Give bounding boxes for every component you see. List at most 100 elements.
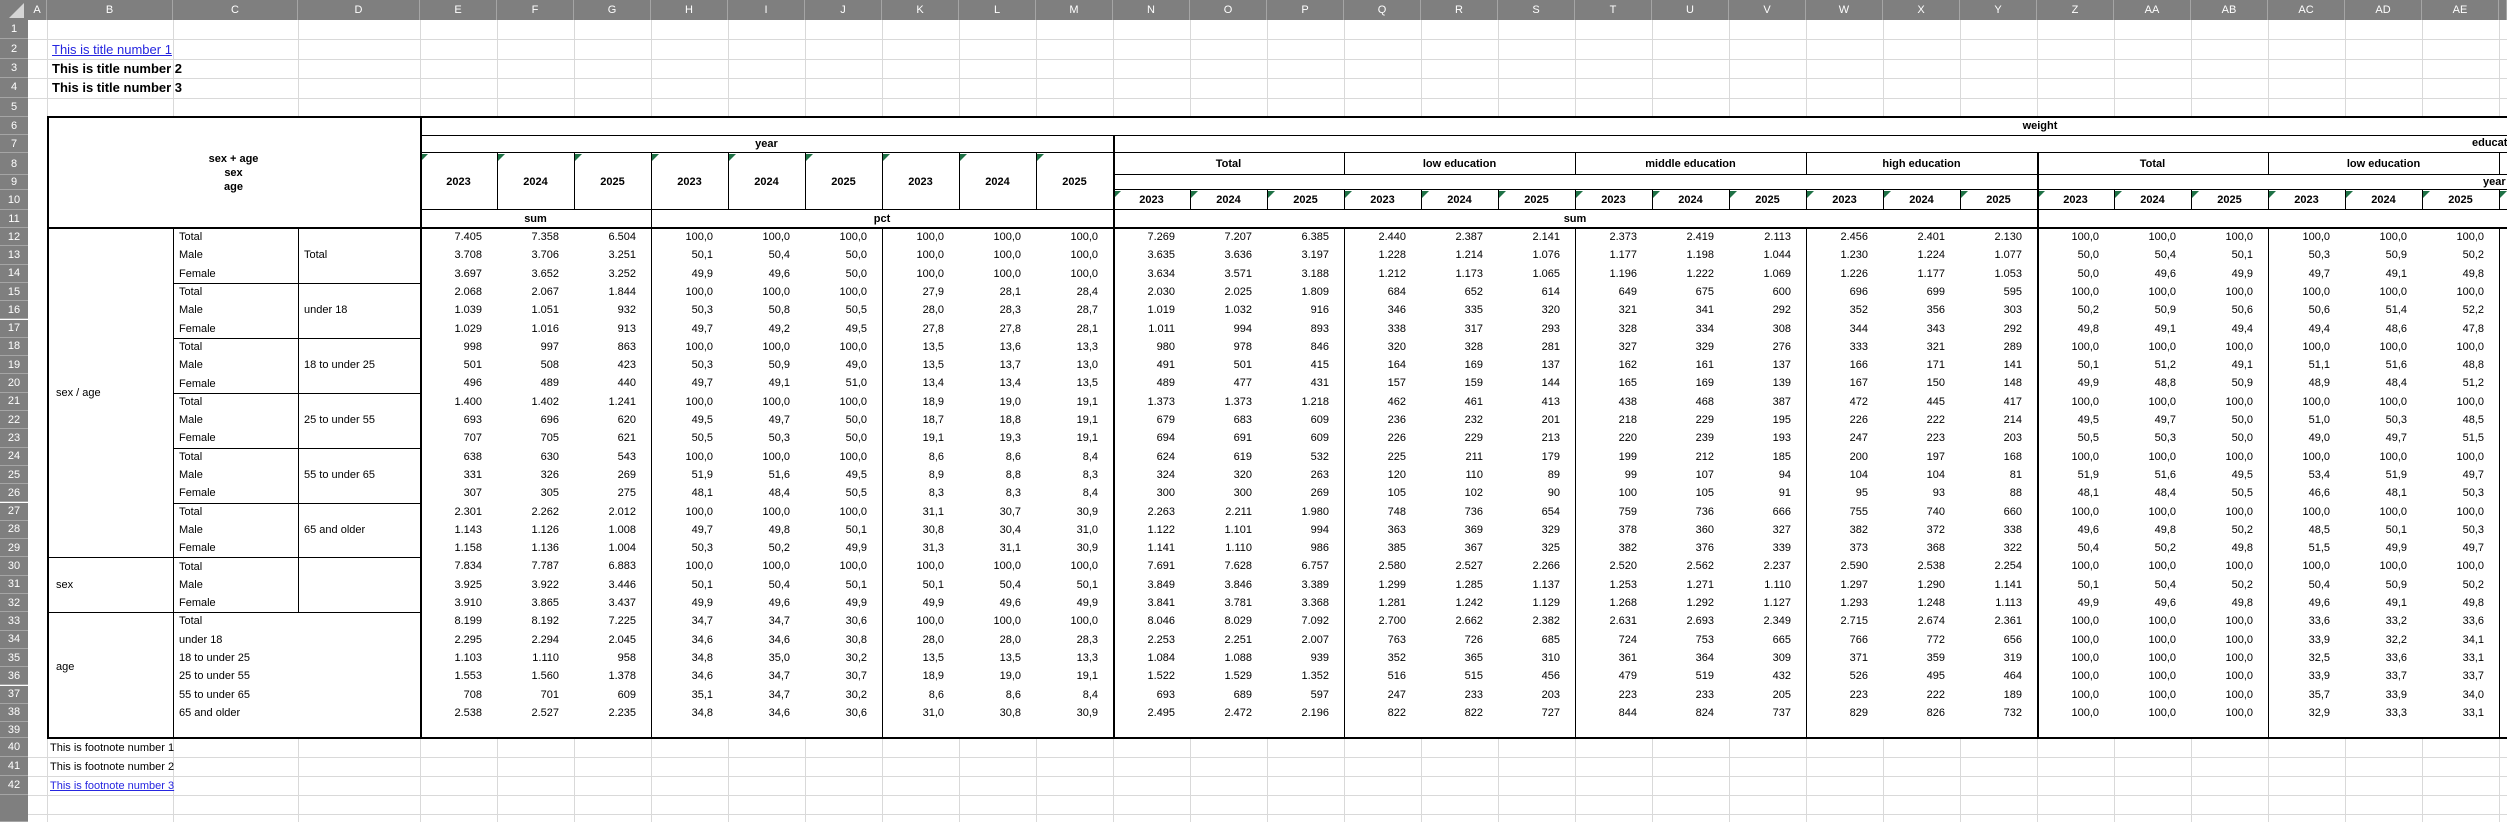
select-all-corner[interactable] [0,0,28,20]
row-label[interactable]: Total [173,557,298,575]
table-cell[interactable]: 2.025 [1190,283,1267,301]
table-cell[interactable]: 32,2 [2345,631,2422,649]
table-cell[interactable]: 1.077 [1960,246,2037,264]
table-cell[interactable]: 2.007 [1267,631,1344,649]
table-cell[interactable]: 100,0 [2191,283,2268,301]
table-cell[interactable]: 157 [1344,374,1421,392]
table-cell[interactable]: 3.197 [1267,246,1344,264]
education-group-header[interactable]: Total [1113,153,1344,175]
table-cell[interactable]: 91 [1729,484,1806,502]
year-header-cell[interactable]: 2023 [1806,190,1883,210]
table-cell[interactable]: 978 [1190,338,1267,356]
table-cell[interactable]: 2.030 [1113,283,1190,301]
table-cell[interactable]: 48,4 [2345,374,2422,392]
table-cell[interactable]: 423 [574,356,651,374]
table-cell[interactable]: 8.046 [1113,612,1190,630]
table-cell[interactable]: 3.841 [1113,594,1190,612]
table-cell[interactable]: 48,5 [2422,411,2499,429]
table-cell[interactable]: 33,3 [2345,704,2422,722]
age-group-label[interactable]: 18 to under 25 [298,338,420,393]
table-cell[interactable]: 2.401 [1883,228,1960,246]
table-cell[interactable]: 2.472 [1190,704,1267,722]
row-header-41[interactable]: 41 [0,757,28,776]
year-header-cell[interactable]: 2023 [1575,190,1652,210]
table-cell[interactable]: 225 [1344,448,1421,466]
table-cell[interactable]: 328 [1421,338,1498,356]
table-cell[interactable]: 438 [1575,393,1652,411]
table-cell[interactable]: 31,1 [882,503,959,521]
table-cell[interactable]: 139 [1729,374,1806,392]
table-cell[interactable]: 205 [1729,686,1806,704]
column-header-L[interactable]: L [959,0,1036,20]
section-label[interactable]: sex / age [47,228,173,557]
row-header-27[interactable]: 27 [0,503,28,521]
table-cell[interactable]: 707 [420,429,497,447]
table-cell[interactable]: 49,4 [2268,320,2345,338]
table-cell[interactable]: 100,0 [2191,612,2268,630]
table-cell[interactable]: 100,0 [2268,557,2345,575]
table-cell[interactable]: 3.781 [1190,594,1267,612]
education-group-header[interactable]: high education [1806,153,2037,175]
table-cell[interactable]: 50,0 [805,429,882,447]
table-cell[interactable]: 515 [1421,667,1498,685]
table-cell[interactable]: 292 [1729,301,1806,319]
table-cell[interactable]: 162 [1575,356,1652,374]
age-group-label[interactable]: 25 to under 55 [298,393,420,448]
table-cell[interactable]: 1.032 [1190,301,1267,319]
table-cell[interactable]: 49,5 [805,466,882,484]
row-header-40[interactable]: 40 [0,738,28,757]
table-cell[interactable]: 1.297 [1806,576,1883,594]
row-label[interactable]: Female [173,374,298,392]
table-cell[interactable]: 660 [1960,503,2037,521]
table-cell[interactable]: 1.008 [574,521,651,539]
column-header-AD[interactable]: AD [2345,0,2422,20]
table-cell[interactable]: 3.251 [574,246,651,264]
table-cell[interactable]: 13,7 [959,356,1036,374]
table-cell[interactable]: 100,0 [728,283,805,301]
table-cell[interactable]: 916 [1267,301,1344,319]
table-cell[interactable]: 1.069 [1729,265,1806,283]
table-cell[interactable]: 609 [1267,429,1344,447]
table-cell[interactable]: 320 [1190,466,1267,484]
table-cell[interactable]: 27,8 [959,320,1036,338]
table-cell[interactable]: 8.199 [420,612,497,630]
table-cell[interactable]: 31,1 [959,539,1036,557]
year-header-cell[interactable]: 2024 [1652,190,1729,210]
row-label[interactable]: Total [173,283,298,301]
table-cell[interactable]: 275 [574,484,651,502]
table-cell[interactable]: 2.254 [1960,557,2037,575]
table-cell[interactable]: 3.446 [574,576,651,594]
row-header-28[interactable]: 28 [0,521,28,539]
table-cell[interactable]: 49,8 [2114,521,2191,539]
table-cell[interactable]: 1.198 [1652,246,1729,264]
table-cell[interactable]: 1.088 [1190,649,1267,667]
table-cell[interactable]: 50,0 [2191,411,2268,429]
table-cell[interactable]: 100,0 [2422,228,2499,246]
table-cell[interactable]: 100,0 [2268,448,2345,466]
table-cell[interactable]: 766 [1806,631,1883,649]
table-cell[interactable]: 30,9 [1036,503,1113,521]
table-cell[interactable]: 13,3 [1036,649,1113,667]
table-cell[interactable]: 432 [1729,667,1806,685]
row-header-20[interactable]: 20 [0,374,28,392]
table-cell[interactable]: 2.067 [497,283,574,301]
column-header-V[interactable]: V [1729,0,1806,20]
row-header-36[interactable]: 36 [0,667,28,685]
year-header-cell[interactable]: 2025 [2422,190,2499,210]
table-cell[interactable]: 100,0 [2114,686,2191,704]
table-cell[interactable]: 34,6 [651,667,728,685]
table-cell[interactable]: 50,2 [2191,576,2268,594]
table-cell[interactable]: 49,5 [805,320,882,338]
table-cell[interactable]: 1.352 [1267,667,1344,685]
table-cell[interactable]: 19,0 [959,667,1036,685]
table-cell[interactable]: 30,7 [805,667,882,685]
table-cell[interactable]: 13,5 [1036,374,1113,392]
table-cell[interactable]: 2.130 [1960,228,2037,246]
table-cell[interactable]: 49,0 [2268,429,2345,447]
table-cell[interactable]: 168 [1960,448,2037,466]
table-cell[interactable]: 317 [1421,320,1498,338]
table-cell[interactable]: 137 [1498,356,1575,374]
table-cell[interactable]: 50,0 [2037,265,2114,283]
table-cell[interactable]: 1.230 [1806,246,1883,264]
table-cell[interactable]: 100,0 [728,393,805,411]
